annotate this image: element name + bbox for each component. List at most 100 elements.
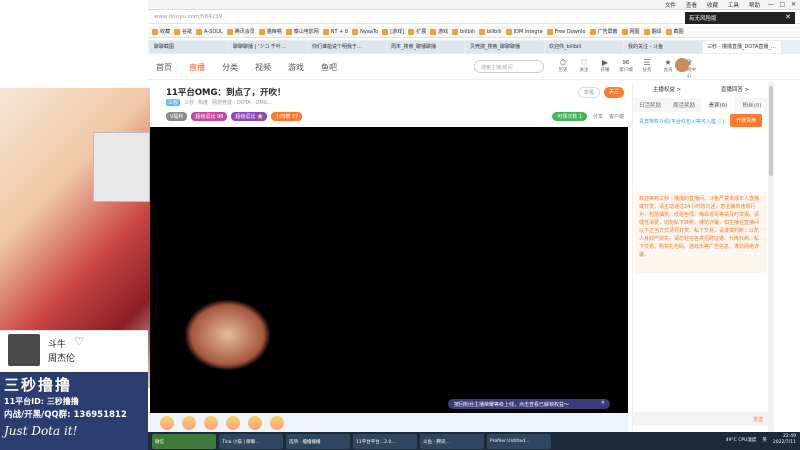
gift-icon[interactable] [248,416,262,430]
share-button[interactable]: 分享 [593,113,603,120]
nav-live[interactable]: 直播 [189,62,205,73]
bookmark-item[interactable]: 腾讯会员 [226,28,255,35]
browser-tab-active[interactable]: 三秒 - 撸撸直播_DOTA直播_D… [703,41,781,53]
nav-video[interactable]: 视频 [255,62,271,73]
bookmark-item[interactable]: IDM Integra [505,28,543,35]
promo-banner[interactable]: 按回粉丝主播荣耀等级上线，点击查看已解锁权益～ ✕ [448,399,610,409]
bookmark-icon [478,28,485,35]
heart-icon[interactable]: ♡ [74,335,84,348]
open-noble-button[interactable]: 开通贵族 [729,114,762,127]
taskbar-item[interactable]: 斗鱼 - 腾讯… [420,433,484,449]
gift-icon[interactable] [226,416,240,430]
claim-gift-button[interactable]: 可领次数 1 [552,112,587,121]
message-icon: ✉ [622,58,630,67]
menu-view[interactable]: 查看 [686,1,697,9]
clock-date: 2022/7/11 [772,440,796,445]
nav-fishbar[interactable]: 鱼吧 [321,62,337,73]
badge[interactable]: 超级逗比 98 [191,112,228,121]
browser-tab[interactable]: 聊聊聊播 | 'ツコ 千叶… [229,41,307,53]
bookmark-item[interactable]: Free Downlo [546,28,586,35]
follow-button[interactable]: ♡ 关注 [576,58,592,79]
task-button[interactable]: ☰ 任务 [639,58,655,79]
vip-button[interactable]: ★ 会员 [660,58,676,79]
taskbar-item[interactable]: 选项 - 撸撸播播 [286,433,350,449]
user-avatar[interactable] [675,58,689,72]
browser-tab[interactable]: 你们谁能说个明我于… [308,41,386,53]
streamer-rights-link[interactable]: 主播权益 > [653,85,681,93]
client-button[interactable]: ✉ 客户端 [618,58,634,79]
bookmark-item[interactable]: 广告屏蔽 [589,28,618,35]
taskbar-item[interactable]: 微信 [152,433,216,449]
bookmark-item[interactable]: bilibili [452,28,475,35]
live-review-link[interactable]: 直播回答 > [721,85,749,93]
address-text[interactable]: www.douyu.com/584239 [154,14,222,20]
follow-button[interactable]: 关注 [603,87,624,98]
browser-tab[interactable]: 聊聊截图 [150,41,228,53]
chat-input[interactable]: 发送 [633,412,769,426]
bookmark-item[interactable]: 截图 [665,28,684,35]
bookmark-icon [621,28,628,35]
live-button[interactable]: ▶ 开播 [597,58,613,79]
browser-tab[interactable]: 我的关注 - 斗鱼 [624,41,702,53]
nav-home[interactable]: 首页 [156,62,172,73]
badge[interactable]: 超级逗比 ⭐ [231,112,268,121]
search-input[interactable]: 搜索主播/房间 [474,60,544,73]
taskbar-item[interactable]: Tina 小猫 | 聊聊… [219,433,283,449]
browser-tab[interactable]: 欢迎你_bilibili [545,41,623,53]
tab-weekly-rank[interactable]: 周活奖励 [667,98,701,112]
history-button[interactable]: ⏱ 历史 [555,58,571,79]
bookmarks-bar: 收藏 谷歌 A-SOUL 腾讯会员 猫粮喵 泰山电影网 NT + 8 NyaaT… [148,26,800,38]
bookmark-item[interactable]: 泰山电影网 [285,28,319,35]
tab-vip[interactable]: 贵宾(0) [701,98,735,112]
tab-daily-rank[interactable]: 日活奖励 [633,98,667,112]
bookmark-item[interactable]: 翻译 [643,28,662,35]
report-button[interactable]: 举报 [577,87,600,98]
bookmark-item[interactable]: 收藏 [152,28,170,35]
tab-fans[interactable]: 粉丝(0) [735,98,769,112]
bookmark-item[interactable]: [游戏] [382,28,404,35]
bookmark-item[interactable]: 扩展 [408,28,426,35]
nav-game[interactable]: 游戏 [288,62,304,73]
bookmark-item[interactable]: A-SOUL [196,28,223,35]
gift-icon[interactable] [204,416,218,430]
client-button[interactable]: 客户端 [609,113,624,120]
browser-tab[interactable]: 贝壳搜_搜索_聊聊聊播 [466,41,544,53]
bookmark-item[interactable]: 猫粮喵 [258,28,282,35]
input-method[interactable]: 英 [762,437,767,443]
bookmark-icon [430,28,437,35]
bookmark-item[interactable]: NyaaTo [352,28,378,35]
badge[interactable]: V福利 [166,112,188,121]
browser-tab[interactable]: 周末_搜索_聊播聊播 [387,41,465,53]
scrollbar[interactable] [768,82,774,432]
video-player[interactable]: 按回粉丝主播荣耀等级上线，点击查看已解锁权益～ ✕ [150,127,628,413]
clock[interactable]: 22:49 2022/7/11 [773,434,796,446]
nav-category[interactable]: 分类 [222,62,238,73]
room-badges: V福利 超级逗比 98 超级逗比 ⭐ 小时榜 27 [166,112,303,121]
bookmark-item[interactable]: NT + 8 [322,28,348,35]
badge[interactable]: 小时榜 27 [271,112,303,121]
vip-info-link[interactable]: 贵宾特权介绍(平台红包火等可入座 ⓘ) [639,118,725,125]
browser-titlebar: 文件 查看 收藏 工具 帮助 — □ ✕ [148,0,800,10]
menu-tools[interactable]: 工具 [728,1,739,9]
streamer-name[interactable]: 三秒 [184,99,194,106]
close-icon[interactable]: ✕ [601,400,605,406]
now-playing: 斗牛 ♡ 周杰伦 [0,330,148,372]
menu-file[interactable]: 文件 [665,1,676,9]
taskbar-item[interactable]: 11平台平台…2.0… [353,433,417,449]
bookmark-item[interactable]: 谷歌 [174,28,192,35]
taskbar-item[interactable]: Profiler Untitled… [487,433,551,449]
bookmark-item[interactable]: 网图 [621,28,640,35]
maximize-button[interactable]: □ [779,1,785,8]
close-icon[interactable]: ✕ [785,13,791,21]
gift-icon[interactable] [182,416,196,430]
category-path[interactable]: 网游竞技 · DOTA · OMG... [212,99,272,106]
bookmark-item[interactable]: bilibili [478,28,502,35]
menu-favorites[interactable]: 收藏 [707,1,718,9]
menu-help[interactable]: 帮助 [749,1,760,9]
close-window-button[interactable]: ✕ [791,1,796,8]
minimize-button[interactable]: — [768,1,774,8]
gift-icon[interactable] [270,416,284,430]
gift-icon[interactable] [160,416,174,430]
bookmark-item[interactable]: 游戏 [430,28,448,35]
scrollbar-thumb[interactable] [769,86,773,176]
